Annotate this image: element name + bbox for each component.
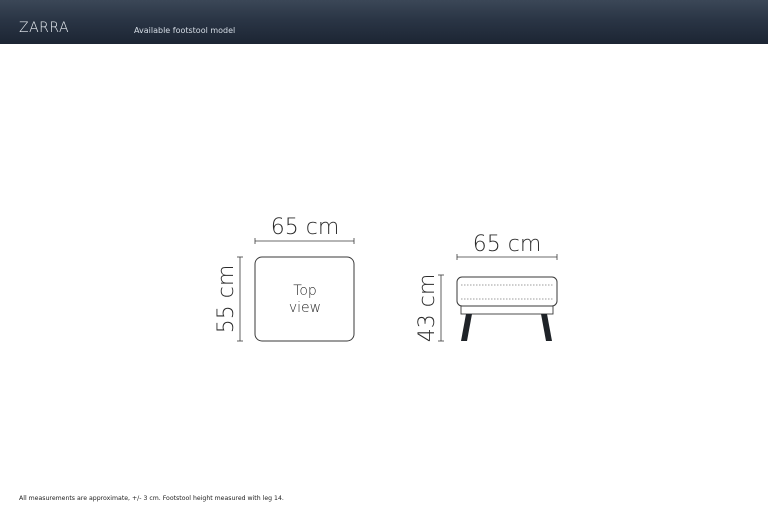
measurement-disclaimer: All measurements are approximate, +/- 3 … xyxy=(19,495,284,502)
footstool-base xyxy=(460,305,554,315)
right-leg xyxy=(541,314,552,341)
top-view-depth-label: 55 cm xyxy=(214,265,239,334)
top-view-diagram: 65 cm 55 cm Top view xyxy=(214,215,355,342)
top-view-width-label: 65 cm xyxy=(271,215,340,240)
dimension-drawing: 65 cm 55 cm Top view 65 cm 43 cm xyxy=(214,215,558,343)
top-view-caption-line2: view xyxy=(289,300,321,316)
side-view-diagram: 65 cm 43 cm xyxy=(415,232,558,343)
footstool-cushion xyxy=(456,276,558,307)
top-view-caption-line1: Top xyxy=(293,283,317,299)
side-view-height-label: 43 cm xyxy=(415,274,440,343)
side-view-width-label: 65 cm xyxy=(473,232,542,257)
page: ZARRA Available footstool model 65 cm 55… xyxy=(0,0,768,512)
top-view-outline xyxy=(254,256,355,342)
left-leg xyxy=(461,314,472,341)
